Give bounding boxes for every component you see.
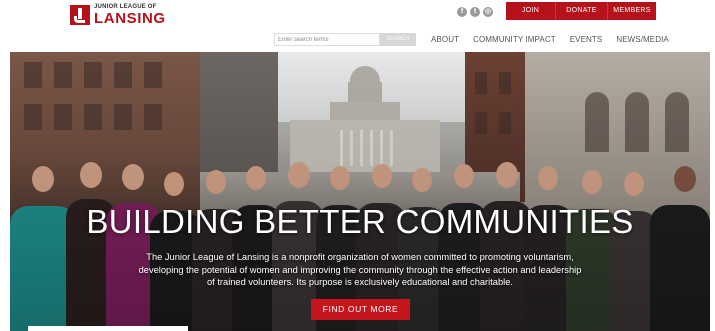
members-button[interactable]: MEMBERS bbox=[608, 2, 656, 20]
instagram-icon[interactable]: ◎ bbox=[483, 7, 493, 17]
donate-button[interactable]: DONATE bbox=[556, 2, 608, 20]
nav-item-community-impact[interactable]: COMMUNITY IMPACT bbox=[473, 33, 556, 46]
top-action-bar: JOIN DONATE MEMBERS bbox=[506, 2, 656, 20]
nav-item-events[interactable]: EVENTS bbox=[570, 33, 603, 46]
social-links: f t ◎ bbox=[457, 7, 493, 17]
search-button[interactable]: SEARCH bbox=[380, 33, 416, 46]
logo-text: JUNIOR LEAGUE OF LANSING bbox=[94, 4, 166, 26]
site-header: JUNIOR LEAGUE OF LANSING f t ◎ JOIN DONA… bbox=[0, 0, 715, 52]
main-nav: ABOUT COMMUNITY IMPACT EVENTS NEWS/MEDIA bbox=[431, 33, 669, 46]
site-search: SEARCH bbox=[274, 33, 416, 46]
bottom-white-strip bbox=[28, 326, 188, 331]
hero-title: BUILDING BETTER COMMUNITIES bbox=[86, 203, 634, 240]
find-out-more-button[interactable]: FIND OUT MORE bbox=[311, 299, 410, 320]
nav-item-about[interactable]: ABOUT bbox=[431, 33, 459, 46]
facebook-icon[interactable]: f bbox=[457, 7, 467, 17]
hero-banner: BUILDING BETTER COMMUNITIES The Junior L… bbox=[10, 52, 710, 331]
search-input[interactable] bbox=[274, 33, 380, 46]
nav-item-news-media[interactable]: NEWS/MEDIA bbox=[616, 33, 669, 46]
site-logo[interactable]: JUNIOR LEAGUE OF LANSING bbox=[70, 4, 166, 26]
jl-logo-icon bbox=[70, 5, 90, 25]
hero-description: The Junior League of Lansing is a nonpro… bbox=[138, 252, 582, 287]
hero-overlay bbox=[10, 52, 710, 331]
join-button[interactable]: JOIN bbox=[506, 2, 556, 20]
logo-title: LANSING bbox=[94, 10, 166, 27]
twitter-icon[interactable]: t bbox=[470, 7, 480, 17]
